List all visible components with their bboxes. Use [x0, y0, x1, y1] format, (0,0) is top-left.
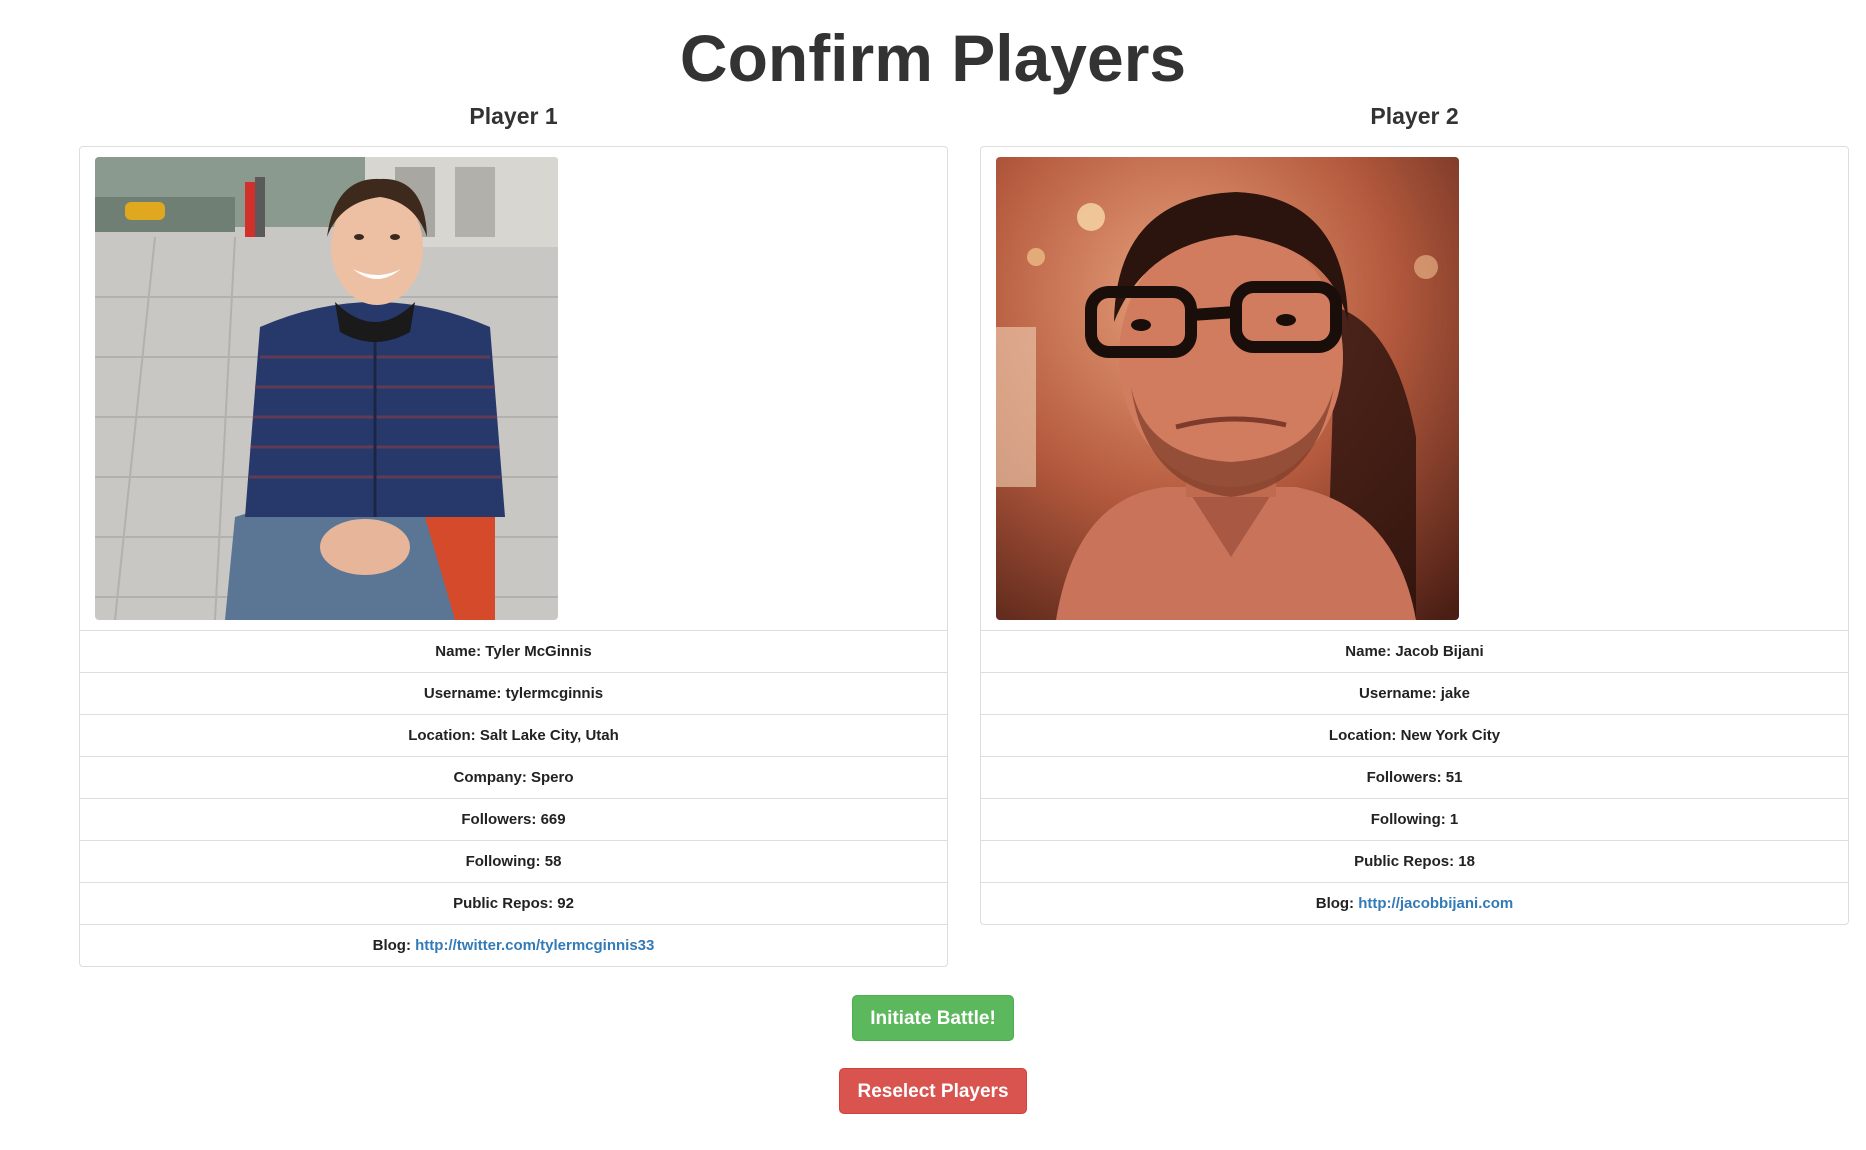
player-2-blog-row: Blog: http://jacobbijani.com [981, 883, 1848, 924]
player-1-company-row: Company: Spero [80, 757, 947, 799]
player-1-card: Name: Tyler McGinnis Username: tylermcgi… [79, 146, 948, 967]
player-1-name-row: Name: Tyler McGinnis [80, 631, 947, 673]
player-1-following: 58 [544, 853, 562, 870]
player-1-photo-cell [80, 147, 947, 631]
player-2-avatar [996, 157, 1459, 620]
player-1-public-repos: 92 [557, 895, 574, 912]
player-2-followers-row: Followers: 51 [981, 757, 1848, 799]
label: Username: [1359, 685, 1441, 702]
player-2-column: Player 2 Name: Jacob Bijani Username: ja… [980, 102, 1849, 967]
initiate-wrap: Initiate Battle! [0, 995, 1866, 1041]
player-2-location: New York City [1400, 727, 1501, 744]
player-1-heading: Player 1 [469, 103, 558, 129]
label: Blog: [1315, 895, 1359, 912]
label: Following: [465, 853, 545, 870]
player-2-card: Name: Jacob Bijani Username: jake Locati… [980, 146, 1849, 925]
player-1-username-row: Username: tylermcginnis [80, 673, 947, 715]
label: Name: [1345, 643, 1396, 660]
player-2-following-row: Following: 1 [981, 799, 1848, 841]
player-2-name: Jacob Bijani [1395, 643, 1484, 660]
label: Location: [408, 727, 480, 744]
player-2-following: 1 [1449, 811, 1459, 828]
player-1-blog-row: Blog: http://twitter.com/tylermcginnis33 [80, 925, 947, 966]
label: Public Repos: [1354, 853, 1459, 870]
player-1-repos-row: Public Repos: 92 [80, 883, 947, 925]
player-2-blog-link[interactable]: http://jacobbijani.com [1358, 895, 1513, 912]
player-1-followers: 669 [540, 811, 566, 828]
player-2-photo-cell [981, 147, 1848, 631]
player-1-location-row: Location: Salt Lake City, Utah [80, 715, 947, 757]
player-2-location-row: Location: New York City [981, 715, 1848, 757]
label: Location: [1328, 727, 1401, 744]
player-2-username-row: Username: jake [981, 673, 1848, 715]
actions: Initiate Battle! Reselect Players [0, 995, 1866, 1114]
player-2-repos-row: Public Repos: 18 [981, 841, 1848, 883]
player-2-name-row: Name: Jacob Bijani [981, 631, 1848, 673]
player-1-name: Tyler McGinnis [485, 643, 592, 660]
label: Followers: [1366, 769, 1446, 786]
player-1-location: Salt Lake City, Utah [479, 727, 619, 744]
player-2-heading: Player 2 [1370, 103, 1459, 129]
page-title: Confirm Players [679, 21, 1187, 95]
player-1-username: tylermcginnis [505, 685, 604, 702]
player-2-public-repos: 18 [1458, 853, 1475, 870]
player-1-following-row: Following: 58 [80, 841, 947, 883]
label: Following: [1370, 811, 1450, 828]
player-1-company: Spero [531, 769, 574, 786]
label: Public Repos: [453, 895, 558, 912]
label: Blog: [372, 937, 416, 954]
player-1-column: Player 1 Name: Tyler McGinnis Username: … [79, 102, 948, 967]
player-1-avatar [95, 157, 558, 620]
players-container: Player 1 Name: Tyler McGinnis Username: … [79, 102, 1849, 967]
player-2-username: jake [1440, 685, 1470, 702]
label: Username: [423, 685, 506, 702]
initiate-battle-button[interactable]: Initiate Battle! [852, 995, 1014, 1041]
reselect-wrap: Reselect Players [0, 1068, 1866, 1114]
label: Followers: [461, 811, 541, 828]
label: Company: [453, 769, 531, 786]
player-1-followers-row: Followers: 669 [80, 799, 947, 841]
label: Name: [435, 643, 486, 660]
reselect-players-button[interactable]: Reselect Players [839, 1068, 1027, 1114]
player-1-blog-link[interactable]: http://twitter.com/tylermcginnis33 [415, 937, 654, 954]
player-2-followers: 51 [1445, 769, 1463, 786]
